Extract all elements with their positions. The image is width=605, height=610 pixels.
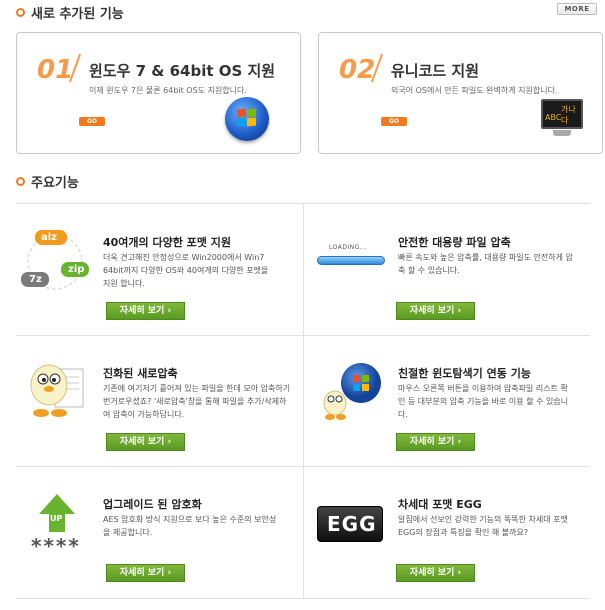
feature-title: 40여개의 다양한 포맷 지원	[103, 236, 231, 249]
card-description: 이제 윈도우 7은 물론 64bit OS도 지원합니다.	[89, 86, 247, 95]
mascot-document-icon	[21, 355, 93, 425]
zip-badge: zip	[68, 264, 85, 275]
windows-mascot-icon	[317, 355, 389, 425]
egg-label: EGG	[327, 512, 377, 536]
screen-text-ganada: 가나다	[561, 105, 576, 125]
feature-explorer: 친절한 윈도탐색기 연동 기능 마우스 오른쪽 버튼을 이용하여 압축파일 리스…	[303, 335, 590, 466]
bullet-icon	[16, 177, 25, 186]
main-features-title: 주요기능	[31, 176, 79, 191]
details-button[interactable]: 자세히 보기 ›	[396, 564, 475, 582]
grid-divider	[16, 598, 590, 599]
feature-encryption: UP **** 업그레이드 된 암호화 AES 암호화 방식 지원으로 보다 높…	[16, 466, 303, 597]
screen-text-abc: ABC	[545, 113, 562, 122]
windows-logo-icon	[225, 97, 269, 141]
go-button[interactable]: GO	[79, 117, 105, 126]
main-features-heading: 주요기능	[16, 172, 79, 191]
new-feature-card-unicode: 02 유니코드 지원 외국어 OS에서 만든 파일도 완벽하게 지원합니다. G…	[318, 32, 603, 154]
feature-title: 안전한 대용량 파일 압축	[398, 236, 511, 249]
feature-new-compress: 진화된 새로압축 기존에 여기저기 흩어져 있는 파일을 한데 모아 압축하기 …	[16, 335, 303, 466]
details-button[interactable]: 자세히 보기 ›	[396, 302, 475, 320]
more-button[interactable]: MORE	[557, 3, 597, 15]
card-title: 윈도우 7 & 64bit OS 지원	[89, 62, 276, 80]
details-button[interactable]: 자세히 보기 ›	[106, 433, 185, 451]
feature-description: 마우스 오른쪽 버튼을 이용하여 압축파일 리스트 확인 등 대부분의 압축 기…	[398, 384, 569, 419]
archive-formats-icon: alz zip 7z	[21, 224, 93, 294]
egg-format-icon: EGG	[317, 486, 389, 556]
feature-description: 빠른 속도와 높은 압축률, 대용량 파일도 안전하게 압축 할 수 있습니다.	[398, 253, 573, 275]
monitor-icon: ABC 가나다	[541, 99, 583, 129]
feature-large-file: LOADING... 안전한 대용량 파일 압축 빠른 속도와 높은 압축률, …	[303, 204, 590, 335]
details-button[interactable]: 자세히 보기 ›	[106, 564, 185, 582]
feature-egg: EGG 차세대 포맷 EGG 알집에서 선보인 강력한 기능의 똑똑한 차세대 …	[303, 466, 590, 597]
alz-badge: alz	[41, 232, 57, 243]
go-button[interactable]: GO	[381, 117, 407, 126]
details-button[interactable]: 자세히 보기 ›	[396, 433, 475, 451]
7z-badge: 7z	[29, 274, 42, 285]
bullet-icon	[16, 8, 25, 17]
new-feature-card-windows7: 01 윈도우 7 & 64bit OS 지원 이제 윈도우 7은 물론 64bi…	[16, 32, 301, 154]
password-stars: ****	[31, 534, 81, 558]
feature-description: 기존에 여기저기 흩어져 있는 파일을 한데 모아 압축하기 번거로우셨죠? '…	[103, 384, 291, 419]
card-title: 유니코드 지원	[391, 62, 480, 80]
card-number: 01	[37, 55, 74, 85]
feature-description: 더욱 견고해진 안정성으로 Win2000에서 Win7 64bit까지 다양한…	[103, 253, 269, 288]
feature-description: AES 암호화 방식 지원으로 보다 높은 수준의 보안성을 제공합니다.	[103, 515, 277, 537]
feature-description: 알집에서 선보인 강력한 기능의 똑똑한 차세대 포맷 EGG의 장점과 특징을…	[398, 515, 568, 537]
card-description: 외국어 OS에서 만든 파일도 완벽하게 지원합니다.	[391, 86, 558, 95]
card-number: 02	[339, 55, 376, 85]
loading-bar-icon: LOADING...	[317, 224, 389, 294]
monitor-stand-icon	[553, 130, 571, 136]
up-label: UP	[50, 514, 63, 523]
feature-title: 친절한 윈도탐색기 연동 기능	[398, 367, 531, 380]
feature-grid: alz zip 7z 40여개의 다양한 포맷 지원 더욱 견고해진 안정성으로…	[16, 203, 590, 599]
feature-formats: alz zip 7z 40여개의 다양한 포맷 지원 더욱 견고해진 안정성으로…	[16, 204, 303, 335]
new-features-title: 새로 추가된 기능	[31, 7, 124, 22]
loading-label: LOADING...	[329, 244, 368, 251]
feature-title: 진화된 새로압축	[103, 367, 178, 380]
new-features-heading: 새로 추가된 기능	[16, 3, 124, 22]
upgrade-arrow-icon: UP ****	[21, 486, 93, 558]
feature-title: 차세대 포맷 EGG	[398, 498, 482, 511]
details-button[interactable]: 자세히 보기 ›	[106, 302, 185, 320]
feature-title: 업그레이드 된 암호화	[103, 498, 202, 511]
